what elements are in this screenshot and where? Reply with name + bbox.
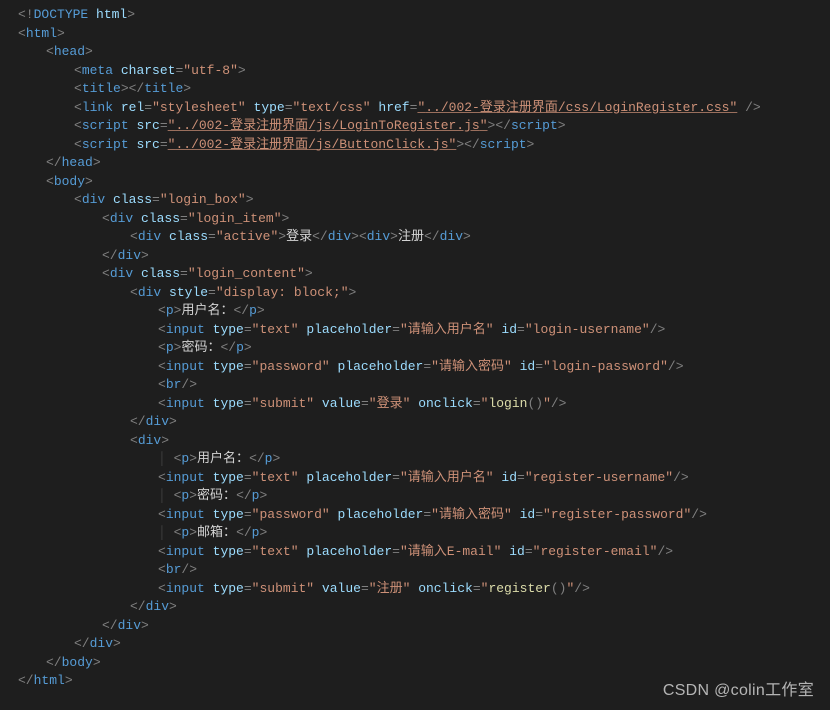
code-line: <p>用户名：</p> [18,302,830,321]
code-line: <div class="login_content"> [18,265,830,284]
code-line: <div class="login_item"> [18,210,830,229]
code-line: <input type="text" placeholder="请输入用户名" … [18,321,830,340]
code-line: <script src="../002-登录注册界面/js/LoginToReg… [18,117,830,136]
code-line: </div> [18,598,830,617]
code-line: │ <p>用户名：</p> [18,450,830,469]
code-line: <input type="submit" value="登录" onclick=… [18,395,830,414]
code-line: <div> [18,432,830,451]
code-line: │ <p>邮箱：</p> [18,524,830,543]
code-line: </div> [18,247,830,266]
code-line: <input type="password" placeholder="请输入密… [18,506,830,525]
code-line: <input type="password" placeholder="请输入密… [18,358,830,377]
code-line: │ <p>密码：</p> [18,487,830,506]
code-line: <p>密码：</p> [18,339,830,358]
code-line: </div> [18,635,830,654]
code-line: <input type="text" placeholder="请输入E-mai… [18,543,830,562]
code-line: <meta charset="utf-8"> [18,62,830,81]
code-line: <link rel="stylesheet" type="text/css" h… [18,99,830,118]
code-line: <html> [18,25,830,44]
code-line: <body> [18,173,830,192]
code-line: <div style="display: block;"> [18,284,830,303]
code-line: <br/> [18,376,830,395]
code-line: </div> [18,413,830,432]
code-editor: <!DOCTYPE html> <html> <head> <meta char… [18,6,830,691]
code-line: <!DOCTYPE html> [18,6,830,25]
code-line: <div class="login_box"> [18,191,830,210]
code-line: </head> [18,154,830,173]
code-line: <script src="../002-登录注册界面/js/ButtonClic… [18,136,830,155]
watermark: CSDN @colin工作室 [663,682,814,701]
code-line: <br/> [18,561,830,580]
code-line: <title></title> [18,80,830,99]
code-line: <input type="text" placeholder="请输入用户名" … [18,469,830,488]
code-line: </body> [18,654,830,673]
code-line: <head> [18,43,830,62]
code-line: <input type="submit" value="注册" onclick=… [18,580,830,599]
code-line: </div> [18,617,830,636]
code-line: <div class="active">登录</div><div>注册</div… [18,228,830,247]
